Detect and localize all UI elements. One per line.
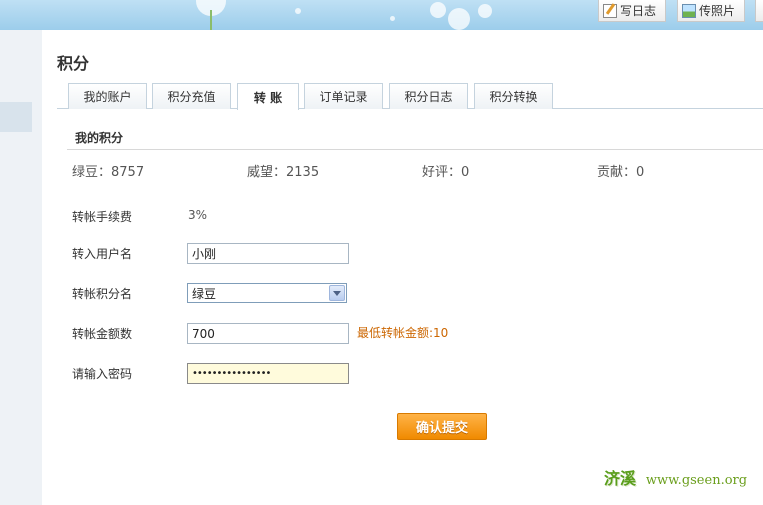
password-label: 请输入密码	[72, 367, 133, 381]
write-blog-button[interactable]: 写日志	[598, 0, 666, 22]
tab-bar: 我的账户 积分充值 转 账 订单记录 积分日志 积分转换	[57, 82, 763, 110]
sidebar-selected-item[interactable]	[0, 102, 32, 132]
tab-my-account[interactable]: 我的账户	[68, 83, 147, 109]
watermark-text: 济溪	[604, 469, 637, 488]
tab-label: 积分日志	[404, 90, 453, 104]
points-type-label: 转帐积分名	[72, 287, 133, 301]
amount-input[interactable]	[187, 323, 349, 344]
tab-label: 积分转换	[489, 90, 538, 104]
dandelion-decoration	[295, 8, 301, 14]
stat-green-beans: 绿豆：8757	[72, 165, 145, 180]
upload-photo-label: 传照片	[699, 4, 736, 18]
watermark: 济溪 www.gseen.org	[604, 465, 747, 489]
min-amount-hint: 最低转帐金额:10	[357, 326, 449, 340]
tab-label: 积分充值	[167, 90, 216, 104]
dandelion-decoration	[390, 16, 395, 21]
my-points-heading: 我的积分	[75, 131, 124, 145]
tab-label: 订单记录	[319, 90, 368, 104]
stat-good-reviews: 好评：0	[422, 165, 470, 180]
tab-transfer[interactable]: 转 账	[237, 83, 299, 110]
fee-value: 3%	[188, 208, 208, 222]
fee-label: 转帐手续费	[72, 210, 133, 224]
more-button[interactable]	[755, 0, 763, 22]
target-user-input[interactable]	[187, 243, 349, 264]
dandelion-decoration	[448, 8, 470, 30]
dandelion-decoration	[430, 2, 446, 18]
page-title: 积分	[57, 54, 90, 73]
watermark-url: www.gseen.org	[645, 473, 748, 488]
tab-order-records[interactable]: 订单记录	[304, 83, 383, 109]
tab-points-log[interactable]: 积分日志	[389, 83, 468, 109]
tab-label: 我的账户	[83, 90, 132, 104]
tab-label: 转 账	[253, 90, 283, 105]
target-user-label: 转入用户名	[72, 247, 133, 261]
photo-icon	[682, 3, 696, 18]
chevron-down-icon[interactable]	[329, 285, 345, 301]
upload-photo-button[interactable]: 传照片	[677, 0, 745, 22]
write-blog-label: 写日志	[620, 4, 657, 18]
points-type-selected: 绿豆	[192, 286, 217, 301]
stat-prestige: 威望：2135	[247, 165, 320, 180]
points-type-select[interactable]: 绿豆	[187, 283, 347, 303]
left-sidebar	[0, 30, 42, 505]
submit-button[interactable]: 确认提交	[397, 413, 487, 440]
dandelion-stem	[210, 10, 212, 30]
tab-points-convert[interactable]: 积分转换	[474, 83, 553, 109]
password-input[interactable]	[187, 363, 349, 384]
tab-recharge[interactable]: 积分充值	[152, 83, 231, 109]
edit-icon	[603, 3, 617, 18]
stat-contribution: 贡献：0	[597, 165, 645, 180]
section-divider	[67, 149, 763, 150]
amount-label: 转帐金额数	[72, 327, 133, 341]
dandelion-decoration	[478, 4, 492, 18]
